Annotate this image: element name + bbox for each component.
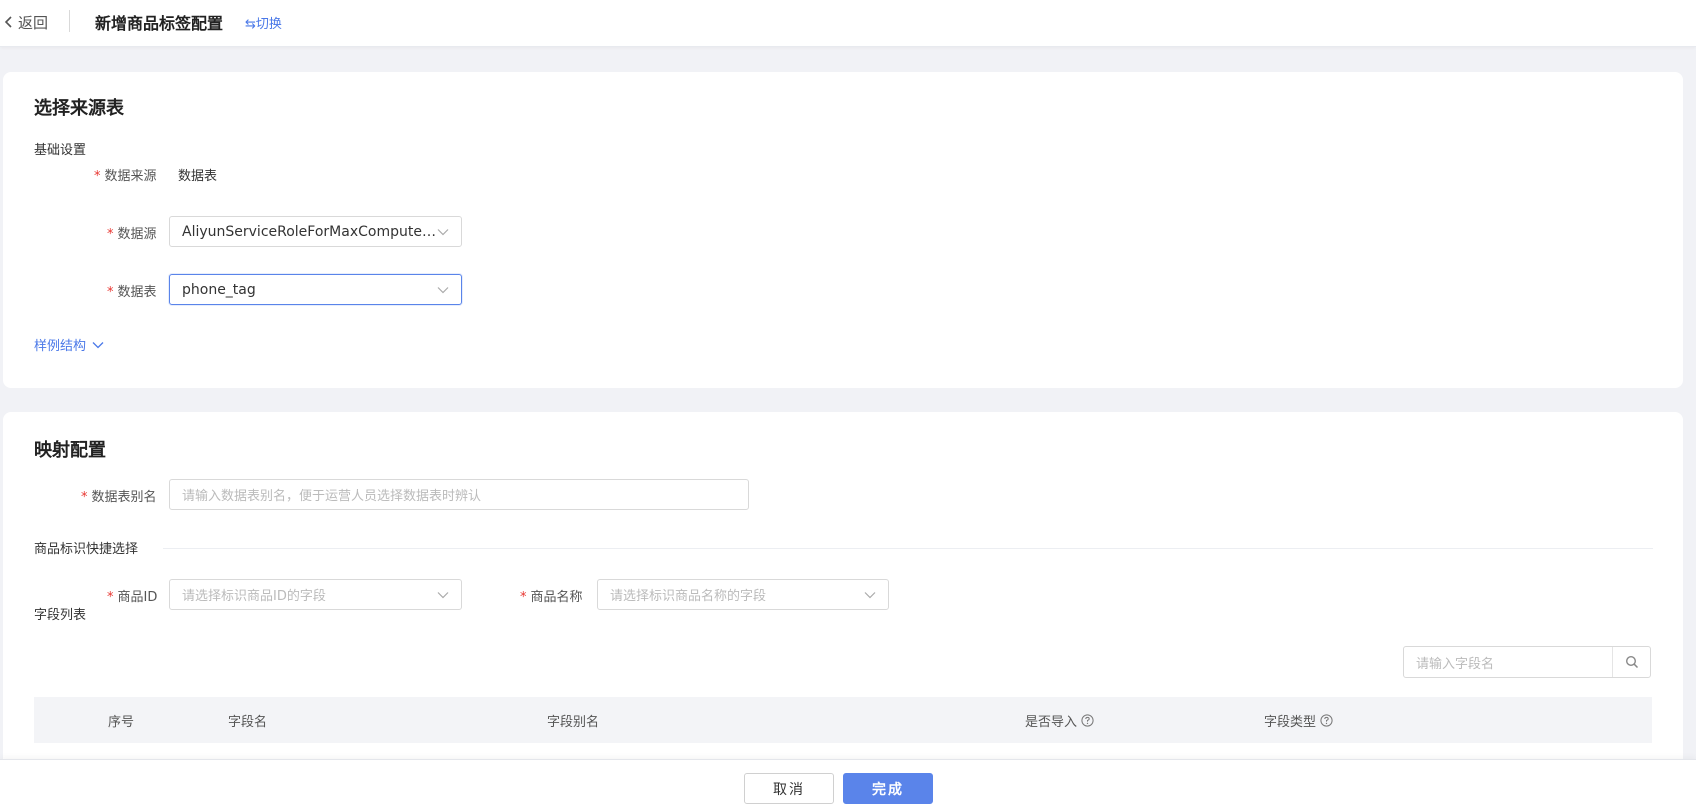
- table-label: * 数据表: [107, 285, 157, 300]
- chevron-down-icon: [92, 341, 104, 348]
- table-select-value: phone_tag: [182, 281, 256, 298]
- page-title: 新增商品标签配置: [95, 14, 224, 33]
- mapping-card: 映射配置 * 数据表别名 请输入数据表别名，便于运营人员选择数据表时辨认 商品标识…: [3, 412, 1683, 792]
- required-mark: *: [107, 285, 114, 300]
- table-select[interactable]: phone_tag: [169, 274, 462, 305]
- search-icon: [1625, 655, 1638, 669]
- switch-link[interactable]: ⇆切换: [245, 13, 282, 32]
- table-alias-input[interactable]: 请输入数据表别名，便于运营人员选择数据表时辨认: [169, 479, 749, 510]
- required-mark: *: [94, 169, 101, 184]
- product-id-placeholder: 请选择标识商品ID的字段: [182, 589, 326, 604]
- quick-select-title: 商品标识快捷选择: [34, 542, 139, 557]
- required-mark: *: [107, 227, 114, 242]
- basic-settings-title: 基础设置: [34, 143, 87, 158]
- product-name-label: * 商品名称: [520, 590, 583, 605]
- data-origin-value: 数据表: [178, 169, 218, 184]
- source-section-title: 选择来源表: [34, 98, 124, 119]
- confirm-button[interactable]: 完成: [843, 773, 933, 804]
- mapping-section-title: 映射配置: [34, 440, 106, 461]
- column-header-field-name: 字段名: [228, 715, 268, 730]
- quick-select-divider: [163, 548, 1653, 549]
- field-search: 请输入字段名: [1403, 646, 1651, 678]
- help-icon[interactable]: [1081, 714, 1094, 727]
- chevron-down-icon: [437, 286, 449, 293]
- field-list-title: 字段列表: [34, 608, 87, 623]
- search-button[interactable]: [1612, 647, 1650, 677]
- required-mark: *: [520, 590, 527, 605]
- datasource-select[interactable]: AliyunServiceRoleForMaxComputeId...: [169, 216, 462, 247]
- back-button[interactable]: 返回: [4, 11, 48, 33]
- help-icon[interactable]: [1320, 714, 1333, 727]
- header-divider: [69, 10, 70, 32]
- source-table-card: 选择来源表 基础设置 * 数据来源 数据表 * 数据源 AliyunServiceR…: [3, 72, 1683, 388]
- product-id-label: * 商品ID: [107, 590, 158, 605]
- table-alias-placeholder: 请输入数据表别名，便于运营人员选择数据表时辨认: [182, 489, 482, 504]
- sample-structure-label: 样例结构: [34, 339, 87, 354]
- sample-structure-toggle[interactable]: 样例结构: [34, 335, 104, 354]
- chevron-left-icon: [4, 16, 12, 28]
- datasource-select-value: AliyunServiceRoleForMaxComputeId...: [182, 223, 437, 240]
- product-id-select[interactable]: 请选择标识商品ID的字段: [169, 579, 462, 610]
- product-name-placeholder: 请选择标识商品名称的字段: [610, 589, 767, 604]
- field-search-input[interactable]: 请输入字段名: [1404, 647, 1612, 677]
- back-label: 返回: [18, 13, 49, 32]
- chevron-down-icon: [437, 228, 449, 235]
- chevron-down-icon: [864, 591, 876, 598]
- datasource-label: * 数据源: [107, 227, 157, 242]
- column-header-field-alias: 字段别名: [547, 715, 600, 730]
- column-header-field-type: 字段类型: [1264, 711, 1333, 730]
- cancel-button[interactable]: 取消: [744, 773, 834, 804]
- product-name-select[interactable]: 请选择标识商品名称的字段: [597, 579, 889, 610]
- required-mark: *: [81, 490, 88, 505]
- alias-label: * 数据表别名: [81, 490, 157, 505]
- column-header-import: 是否导入: [1025, 711, 1094, 730]
- chevron-down-icon: [437, 591, 449, 598]
- required-mark: *: [107, 590, 114, 605]
- field-table-header: 序号 字段名 字段别名 是否导入 字段类型: [34, 697, 1652, 743]
- top-bar: 返回 新增商品标签配置 ⇆切换: [0, 0, 1696, 47]
- footer-bar: 取消 完成: [0, 759, 1696, 807]
- column-header-index: 序号: [108, 715, 135, 730]
- data-origin-label: * 数据来源: [94, 169, 157, 184]
